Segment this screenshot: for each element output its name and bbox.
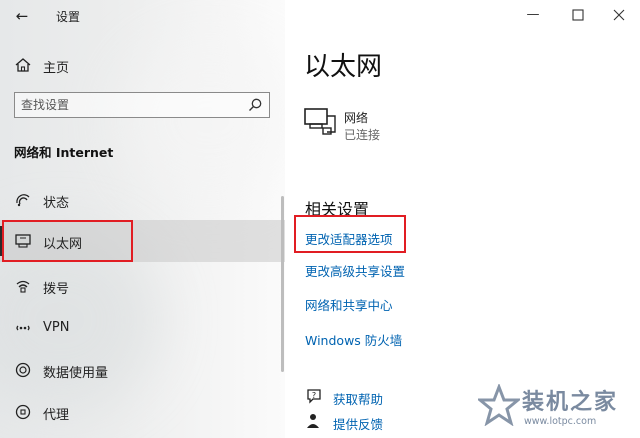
- sidebar-item-proxy[interactable]: 代理: [0, 394, 285, 430]
- search-box[interactable]: [14, 92, 270, 118]
- sidebar: ← 设置 主页 网络和 Internet 状态 以太网: [0, 0, 285, 438]
- sidebar-item-label: 状态: [43, 196, 70, 211]
- sidebar-item-label: VPN: [43, 320, 70, 335]
- sidebar-item-label: 代理: [43, 408, 70, 423]
- sidebar-item-vpn[interactable]: VPN: [0, 310, 285, 346]
- help-icon: ?: [307, 389, 321, 404]
- network-entry[interactable]: [302, 106, 338, 138]
- search-input[interactable]: [21, 96, 241, 114]
- page-title: 以太网: [304, 52, 383, 82]
- dialup-icon: [16, 280, 30, 293]
- minimize-button[interactable]: —: [518, 4, 548, 26]
- link-advanced-sharing[interactable]: 更改高级共享设置: [305, 261, 405, 280]
- highlight-ethernet: [2, 220, 133, 262]
- sidebar-item-dialup[interactable]: 拨号: [0, 268, 285, 304]
- status-icon: [16, 194, 30, 207]
- get-help-link[interactable]: 获取帮助: [333, 389, 383, 408]
- sidebar-item-label: 拨号: [43, 282, 70, 297]
- highlight-adapter-options: [294, 215, 406, 253]
- home-icon: [15, 58, 31, 72]
- star-logo-icon: [478, 384, 520, 426]
- proxy-icon: [15, 404, 31, 420]
- data-usage-icon: [15, 362, 31, 378]
- watermark-url: www.lotpc.com: [524, 416, 597, 427]
- svg-text:?: ?: [312, 391, 316, 400]
- sidebar-item-label: 数据使用量: [43, 366, 109, 381]
- ethernet-network-icon: [304, 108, 336, 135]
- network-name: 网络: [344, 111, 369, 125]
- sidebar-item-home[interactable]: 主页: [0, 47, 285, 83]
- close-button[interactable]: [604, 4, 634, 26]
- feedback-icon: [307, 414, 319, 428]
- section-title: 网络和 Internet: [14, 145, 114, 160]
- feedback-link[interactable]: 提供反馈: [333, 414, 383, 433]
- link-network-sharing-center[interactable]: 网络和共享中心: [305, 295, 393, 314]
- search-icon[interactable]: [247, 97, 263, 113]
- watermark-brand: 装机之家: [522, 390, 619, 415]
- maximize-button[interactable]: [563, 4, 593, 26]
- sidebar-home-label: 主页: [43, 61, 70, 76]
- network-status: 已连接: [344, 128, 381, 142]
- back-arrow-icon[interactable]: ←: [12, 6, 32, 26]
- sidebar-item-data-usage[interactable]: 数据使用量: [0, 352, 285, 388]
- window-title: 设置: [56, 10, 81, 24]
- sidebar-item-status[interactable]: 状态: [0, 182, 285, 218]
- watermark: 装机之家 www.lotpc.com: [478, 382, 638, 436]
- maximize-icon: [572, 9, 584, 21]
- scrollbar[interactable]: [281, 196, 284, 372]
- vpn-icon: [16, 325, 30, 331]
- link-windows-firewall[interactable]: Windows 防火墙: [305, 330, 402, 349]
- close-icon: [613, 9, 625, 21]
